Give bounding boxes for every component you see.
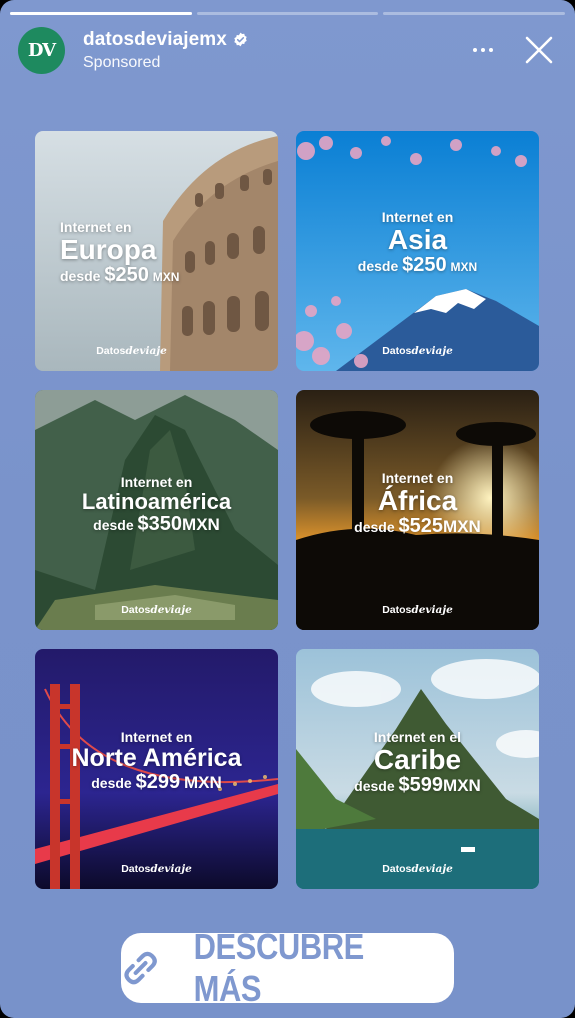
card-caribe[interactable]: Internet en el Caribe desde $599MXN Dato… bbox=[296, 649, 539, 889]
brand-logo: Datosdeviaje bbox=[382, 863, 453, 875]
brand-logo: Datosdeviaje bbox=[96, 345, 167, 357]
brand-logo: Datosdeviaje bbox=[121, 604, 192, 616]
brand-logo: Datosdeviaje bbox=[382, 345, 453, 357]
card-latinoamerica[interactable]: Internet en Latinoamérica desde $350MXN … bbox=[35, 390, 278, 630]
card-region: Europa bbox=[60, 234, 157, 265]
brand-logo: Datosdeviaje bbox=[382, 604, 453, 616]
link-icon bbox=[124, 951, 157, 985]
card-region: Norte América bbox=[71, 744, 242, 772]
story-viewer[interactable]: DV datosdeviajemx Sponsored Internet en … bbox=[0, 0, 575, 1018]
card-region: Asia bbox=[387, 224, 448, 255]
card-africa[interactable]: Internet en África desde $525MXN Datosde… bbox=[296, 390, 539, 630]
progress-segment bbox=[10, 12, 192, 15]
verified-badge-icon bbox=[234, 32, 247, 47]
card-asia[interactable]: Internet en Asia desde $250 MXN Datosdev… bbox=[296, 131, 539, 371]
close-icon[interactable] bbox=[519, 30, 559, 70]
progress-segment bbox=[383, 12, 566, 15]
card-price: desde $350MXN bbox=[93, 513, 220, 536]
card-price: desde $250 MXN bbox=[60, 264, 180, 287]
progress-fill bbox=[10, 12, 192, 15]
story-header: DV datosdeviajemx Sponsored bbox=[18, 26, 561, 74]
username[interactable]: datosdeviajemx bbox=[83, 29, 227, 51]
card-price: desde $525MXN bbox=[354, 515, 481, 538]
card-intro: Internet en bbox=[381, 470, 454, 486]
brand-logo: Datosdeviaje bbox=[121, 863, 192, 875]
card-price: desde $599MXN bbox=[354, 774, 481, 797]
story-progress bbox=[10, 12, 566, 15]
card-price: desde $299 MXN bbox=[91, 771, 222, 794]
card-intro: Internet en bbox=[381, 209, 454, 225]
card-intro: Internet en el bbox=[373, 729, 462, 745]
card-region: Latinoamérica bbox=[81, 489, 232, 514]
card-intro: Internet en bbox=[120, 729, 193, 745]
progress-segment bbox=[196, 12, 379, 15]
more-options-icon[interactable] bbox=[469, 40, 497, 60]
avatar-text: DV bbox=[27, 39, 56, 61]
card-price: desde $250 MXN bbox=[357, 254, 478, 277]
card-europa[interactable]: Internet en Europa desde $250 MXN Datosd… bbox=[35, 131, 278, 371]
card-region: Caribe bbox=[373, 744, 462, 775]
card-norte-america[interactable]: Internet en Norte América desde $299 MXN… bbox=[35, 649, 278, 889]
card-intro: Internet en bbox=[120, 474, 193, 490]
avatar[interactable]: DV bbox=[18, 26, 65, 74]
card-intro: Internet en bbox=[60, 219, 132, 235]
cta-label: DESCUBRE MÁS bbox=[193, 926, 365, 1009]
account-info[interactable]: datosdeviajemx Sponsored bbox=[83, 29, 248, 72]
descubre-mas-button[interactable]: DESCUBRE MÁS bbox=[121, 926, 454, 1009]
card-region: África bbox=[377, 485, 458, 516]
sponsored-label: Sponsored bbox=[83, 53, 161, 71]
